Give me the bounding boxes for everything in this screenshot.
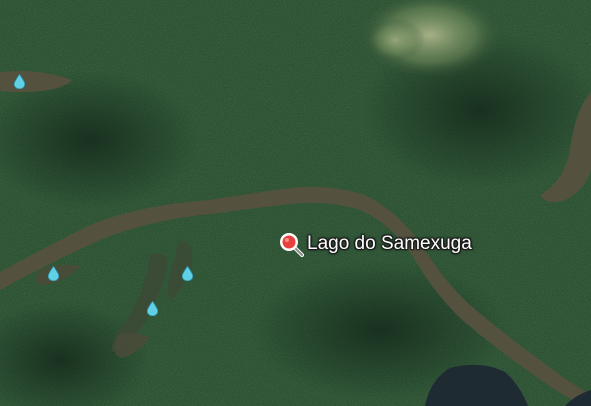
- satellite-imagery: [0, 0, 591, 406]
- search-result-marker[interactable]: Lago do Samexuga: [278, 231, 472, 257]
- water-drop-icon[interactable]: [147, 301, 158, 316]
- water-drop-icon[interactable]: [14, 74, 25, 89]
- satellite-map[interactable]: Lago do Samexuga: [0, 0, 591, 406]
- search-magnifier-icon: [280, 233, 304, 257]
- water-drop-icon[interactable]: [182, 266, 193, 281]
- place-label[interactable]: Lago do Samexuga: [307, 233, 472, 255]
- water-drop-icon[interactable]: [48, 266, 59, 281]
